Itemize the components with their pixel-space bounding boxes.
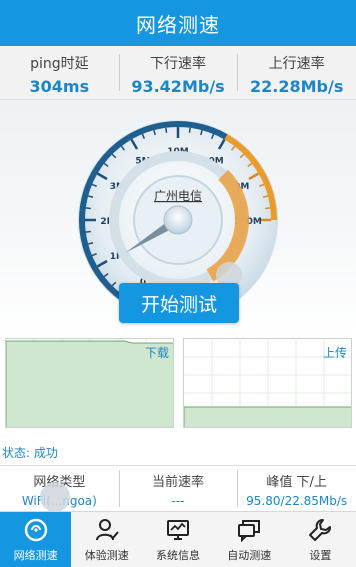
info-value: --- — [171, 494, 185, 508]
stat-value: 22.28Mb/s — [250, 77, 344, 96]
wrench-icon — [309, 518, 332, 541]
status-text: 状态: 成功 — [2, 446, 58, 460]
gauge-tick — [85, 230, 91, 233]
tab-label: 自动测速 — [227, 548, 272, 562]
download-label: 下载 — [144, 346, 169, 360]
page-title: 网络测速 — [136, 12, 220, 37]
stat-download: 下行速率 93.42Mb/s — [118, 46, 238, 99]
gauge-tick — [188, 127, 191, 133]
gauge-tick — [265, 207, 271, 210]
stat-upload: 上行速率 22.28Mb/s — [237, 46, 356, 99]
download-graph: 下载 — [5, 338, 174, 428]
info-current-speed: 当前速率 --- — [118, 466, 238, 511]
tab-experience-test[interactable]: 体验测速 — [71, 512, 142, 567]
tab-speed-test[interactable]: 网络测速 — [0, 512, 72, 567]
stat-label: 下行速率 — [150, 56, 206, 72]
upload-area — [184, 406, 351, 427]
stat-label: ping时延 — [30, 56, 89, 72]
app-title-bar: 网络测速 — [0, 0, 356, 46]
user-check-icon — [95, 518, 119, 540]
upload-graph: 上传 — [183, 338, 352, 428]
start-test-button[interactable]: 开始测试 — [119, 283, 239, 323]
stat-value: 304ms — [29, 77, 90, 96]
tab-label: 网络测速 — [13, 548, 58, 562]
chat-bubbles-icon — [238, 519, 261, 542]
info-value: 95.80/22.85Mb/s — [246, 494, 348, 508]
stats-bar: ping时延 304ms 下行速率 93.42Mb/s 上行速率 22.28Mb… — [0, 46, 356, 100]
bottom-tab-bar: 网络测速 体验测速 系统信息 自动测速 设置 — [0, 511, 356, 567]
speedometer-icon — [24, 518, 47, 541]
tab-label: 体验测速 — [84, 548, 129, 562]
gauge-tick — [85, 207, 91, 210]
tab-label: 设置 — [309, 548, 332, 562]
stat-value: 93.42Mb/s — [131, 77, 225, 96]
info-peak: 峰值 下/上 95.80/22.85Mb/s — [237, 466, 356, 511]
gauge-tick — [165, 127, 168, 133]
tab-settings[interactable]: 设置 — [285, 512, 356, 567]
monitor-chart-icon — [167, 519, 189, 540]
stat-label: 上行速率 — [268, 56, 325, 72]
overlay-blob — [40, 482, 70, 512]
isp-name: 广州电信 — [154, 189, 202, 203]
gauge-hub — [163, 205, 193, 235]
tab-system-info[interactable]: 系统信息 — [142, 512, 213, 567]
stat-ping: ping时延 304ms — [0, 46, 119, 99]
tab-auto-test[interactable]: 自动测速 — [214, 512, 285, 567]
upload-label: 上传 — [322, 346, 347, 360]
tab-label: 系统信息 — [156, 548, 200, 562]
info-label: 当前速率 — [152, 475, 205, 490]
info-label: 峰值 下/上 — [266, 475, 327, 490]
network-info-bar: 网络类型 WiFi(...ngoa) 当前速率 --- 峰值 下/上 95.80… — [0, 465, 356, 512]
